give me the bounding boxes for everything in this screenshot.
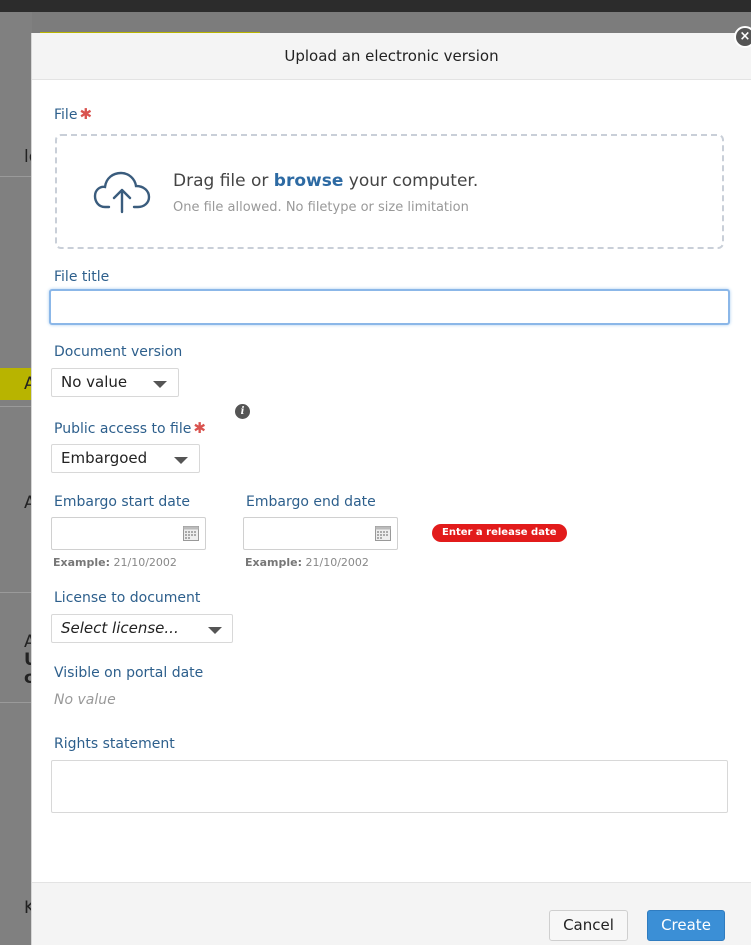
calendar-icon[interactable] (375, 524, 391, 541)
dropzone-prefix: Drag file or (173, 171, 269, 191)
close-icon: × (739, 29, 751, 44)
embargo-start-input[interactable] (51, 517, 206, 550)
example-value: 21/10/2002 (305, 556, 369, 569)
license-select[interactable]: Select license... (51, 614, 233, 643)
public-access-label-text: Public access to file (54, 421, 192, 437)
required-marker: ✱ (79, 105, 93, 123)
dialog-title: Upload an electronic version (284, 47, 499, 65)
file-label-text: File (54, 107, 78, 123)
public-access-value: Embargoed (61, 449, 148, 467)
background-divider (0, 592, 32, 593)
background-divider (0, 176, 32, 177)
visible-on-portal-value: No value (54, 692, 116, 708)
file-title-label: File title (54, 269, 110, 285)
info-icon[interactable]: i (235, 404, 250, 419)
rights-statement-textarea[interactable] (51, 760, 728, 813)
browse-link[interactable]: browse (274, 171, 344, 191)
background-top-bar (0, 0, 751, 12)
release-date-error-badge: Enter a release date (432, 524, 567, 542)
embargo-start-example: Example: 21/10/2002 (53, 556, 177, 569)
cloud-upload-icon (93, 171, 151, 214)
rights-statement-label: Rights statement (54, 736, 175, 752)
example-value: 21/10/2002 (113, 556, 177, 569)
embargo-start-label: Embargo start date (54, 494, 190, 510)
file-dropzone[interactable]: Drag file or browse your computer. One f… (55, 134, 724, 249)
dropzone-hint: One file allowed. No filetype or size li… (173, 200, 469, 215)
document-version-label: Document version (54, 344, 183, 360)
document-version-select[interactable]: No value (51, 368, 179, 397)
required-marker: ✱ (193, 419, 206, 437)
calendar-icon[interactable] (183, 524, 199, 541)
chevron-down-icon (208, 627, 222, 634)
license-label: License to document (54, 590, 201, 606)
cancel-button[interactable]: Cancel (549, 910, 628, 941)
visible-on-portal-label: Visible on portal date (54, 665, 204, 681)
example-label: Example: (245, 556, 302, 569)
example-label: Example: (53, 556, 110, 569)
embargo-end-input[interactable] (243, 517, 398, 550)
chevron-down-icon (153, 381, 167, 388)
dialog-footer: Cancel Create (32, 882, 751, 945)
embargo-end-label: Embargo end date (246, 494, 376, 510)
file-title-input[interactable] (49, 289, 730, 325)
document-version-value: No value (61, 373, 128, 391)
create-button[interactable]: Create (647, 910, 725, 941)
file-label: File ✱ (54, 105, 92, 123)
public-access-label: Public access to file ✱ (54, 419, 206, 437)
public-access-select[interactable]: Embargoed (51, 444, 200, 473)
license-value: Select license... (61, 619, 179, 637)
upload-dialog: Upload an electronic version File ✱ Drag … (31, 33, 751, 945)
background-divider (0, 702, 32, 703)
chevron-down-icon (174, 457, 188, 464)
close-button[interactable]: × (734, 26, 751, 48)
background-divider (0, 406, 32, 407)
embargo-end-example: Example: 21/10/2002 (245, 556, 369, 569)
dropzone-instructions: Drag file or browse your computer. (173, 171, 478, 191)
dropzone-suffix: your computer. (348, 171, 479, 191)
dialog-header: Upload an electronic version (32, 33, 751, 80)
